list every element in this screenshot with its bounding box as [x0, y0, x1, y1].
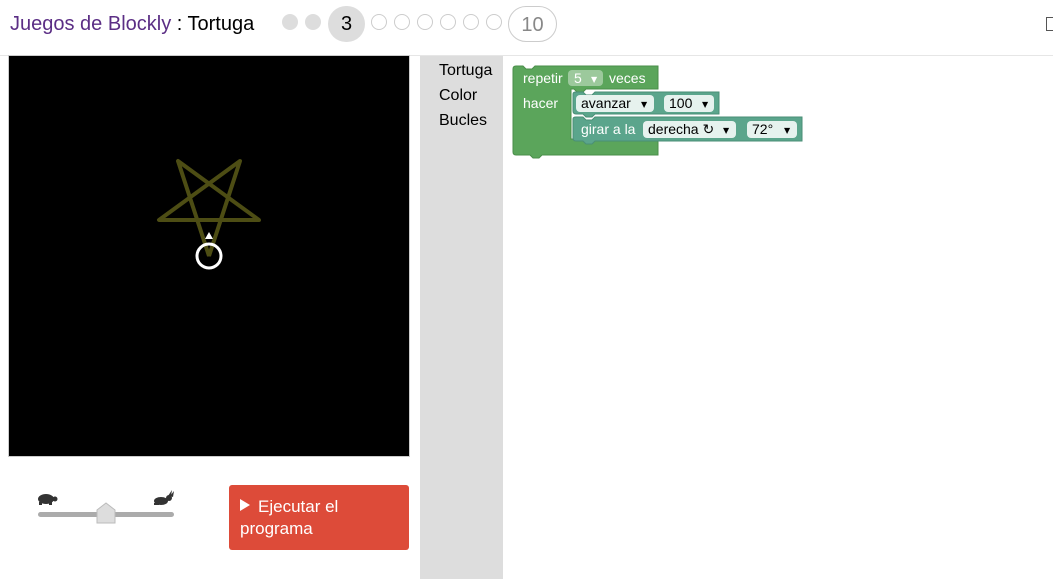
dropdown-arrow-icon: ▼: [784, 126, 791, 135]
level-name: Tortuga: [187, 13, 255, 35]
run-program-label: Ejecutar el programa: [240, 497, 339, 538]
blocks-toolbox: Tortuga Color Bucles: [420, 56, 503, 579]
level-5-dot[interactable]: [394, 14, 410, 30]
move-forward-block[interactable]: avanzar ▼ 100 ▼: [572, 91, 720, 118]
play-icon: [240, 499, 250, 511]
turn-angle-value: 72°: [752, 121, 773, 137]
repeat-times-suffix: veces: [609, 70, 646, 86]
turn-direction-value: derecha ↻: [648, 121, 714, 137]
repeat-do-label: hacer: [523, 95, 558, 111]
repeat-times-dropdown[interactable]: 5 ▼: [568, 70, 603, 86]
star-path: [157, 159, 261, 257]
current-level-indicator[interactable]: 3: [328, 6, 365, 42]
level-9-dot[interactable]: [486, 14, 502, 30]
header: Juegos de Blockly : Tortuga 3 10: [0, 0, 1053, 56]
level-7-dot[interactable]: [440, 14, 456, 30]
move-action-value: avanzar: [581, 95, 631, 111]
turtle-icon: [38, 494, 58, 505]
level-2-dot[interactable]: [305, 14, 321, 30]
level-8-dot[interactable]: [463, 14, 479, 30]
rabbit-icon: [154, 490, 174, 505]
page-title: Juegos de Blockly : Tortuga: [10, 13, 254, 36]
turtle-drawing: [157, 159, 261, 270]
toolbox-category-tortuga[interactable]: Tortuga: [439, 62, 492, 80]
dropdown-arrow-icon: ▼: [723, 126, 730, 135]
level-4-dot[interactable]: [371, 14, 387, 30]
dropdown-arrow-icon: ▼: [591, 75, 598, 84]
dropdown-arrow-icon: ▼: [702, 100, 709, 109]
toolbox-category-color[interactable]: Color: [439, 87, 477, 105]
blocks-workspace[interactable]: repetir 5 ▼ veces hacer avanzar ▼ 100 ▼: [503, 56, 1053, 579]
repeat-label: repetir: [523, 70, 563, 86]
turn-direction-dropdown[interactable]: derecha ↻ ▼: [643, 121, 736, 138]
turtle-canvas: [8, 55, 410, 457]
turn-block[interactable]: girar a la derecha ↻ ▼ 72° ▼: [572, 116, 803, 145]
move-action-dropdown[interactable]: avanzar ▼: [576, 95, 654, 112]
level-1-dot[interactable]: [282, 14, 298, 30]
speed-slider-knob[interactable]: [96, 502, 116, 524]
turn-angle-dropdown[interactable]: 72° ▼: [747, 121, 797, 138]
run-program-button[interactable]: Ejecutar el programa: [229, 485, 409, 550]
toolbox-category-bucles[interactable]: Bucles: [439, 112, 487, 130]
dropdown-arrow-icon: ▼: [641, 100, 648, 109]
level-10-indicator[interactable]: 10: [508, 6, 557, 42]
move-amount-value: 100: [669, 95, 693, 111]
speed-slider[interactable]: [30, 486, 180, 526]
title-separator: :: [171, 13, 188, 35]
repeat-times-value: 5: [574, 70, 582, 86]
level-6-dot[interactable]: [417, 14, 433, 30]
language-menu-edge[interactable]: [1046, 17, 1053, 31]
turn-label: girar a la: [581, 121, 636, 137]
move-amount-dropdown[interactable]: 100 ▼: [664, 95, 714, 112]
games-home-link[interactable]: Juegos de Blockly: [10, 13, 171, 35]
